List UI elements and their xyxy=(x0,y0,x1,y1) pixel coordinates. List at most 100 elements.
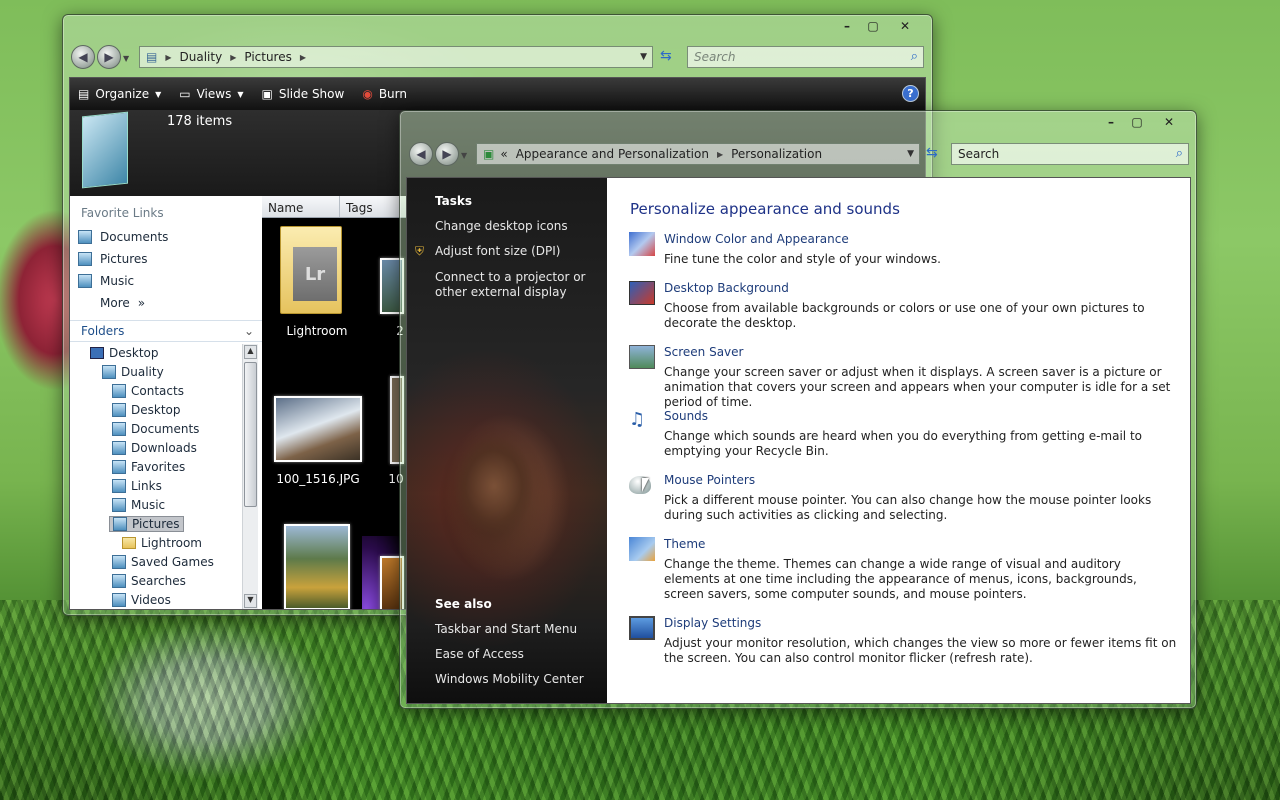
recent-pages-icon[interactable]: ▼ xyxy=(123,54,129,69)
favorite-link-music[interactable]: Music xyxy=(78,274,134,288)
favorite-links-header: Favorite Links xyxy=(81,206,164,220)
recent-pages-icon[interactable]: ▼ xyxy=(461,151,467,166)
minimize-button[interactable]: – xyxy=(1098,113,1124,131)
caption-buttons: – ▢ ✕ xyxy=(834,17,918,35)
option-title[interactable]: Screen Saver xyxy=(664,345,743,359)
refresh-icon[interactable]: ⇆ xyxy=(926,145,938,161)
links-icon xyxy=(112,479,126,493)
refresh-icon[interactable]: ⇆ xyxy=(660,48,672,64)
back-button[interactable]: ◀ xyxy=(409,142,433,166)
burn-button[interactable]: ◉ Burn xyxy=(362,87,407,101)
option-title[interactable]: Window Color and Appearance xyxy=(664,232,849,246)
task-adjust-font-size[interactable]: Adjust font size (DPI) xyxy=(435,244,560,259)
favorite-link-documents[interactable]: Documents xyxy=(78,230,168,244)
chevron-down-icon: ⌄ xyxy=(243,324,254,338)
slideshow-label: Slide Show xyxy=(278,87,345,101)
breadcrumb-item[interactable]: Appearance and Personalization xyxy=(516,147,709,161)
maximize-button[interactable]: ▢ xyxy=(1124,113,1150,131)
chevron-down-icon[interactable]: ▼ xyxy=(640,52,647,62)
chevron-down-icon[interactable]: ▼ xyxy=(907,149,914,159)
desktop-icon xyxy=(90,347,104,359)
back-button[interactable]: ◀ xyxy=(71,45,95,69)
help-icon[interactable]: ? xyxy=(902,85,919,102)
saved-games-icon xyxy=(112,555,126,569)
option-title[interactable]: Theme xyxy=(664,537,705,551)
search-placeholder: Search xyxy=(694,50,736,64)
breadcrumb-item[interactable]: Personalization xyxy=(731,147,822,161)
see-also-taskbar[interactable]: Taskbar and Start Menu xyxy=(435,622,577,637)
see-also-header: See also xyxy=(435,597,492,611)
tree-item-label: Contacts xyxy=(131,384,184,398)
tree-scrollbar[interactable]: ▲ ▼ xyxy=(242,344,258,609)
photo-thumbnail[interactable] xyxy=(284,524,350,609)
tree-item-label: Searches xyxy=(131,574,186,588)
views-label: Views xyxy=(196,87,232,101)
tree-item-label: Favorites xyxy=(131,460,186,474)
option-title[interactable]: Display Settings xyxy=(664,616,761,630)
task-connect-projector[interactable]: Connect to a projector or other external… xyxy=(435,270,605,300)
control-panel-icon: ▣ xyxy=(483,147,495,161)
tree-item-duality[interactable]: Duality xyxy=(102,365,164,379)
views-button[interactable]: ▭ Views ▼ xyxy=(179,87,243,101)
chevron-down-icon: ▼ xyxy=(155,89,162,99)
breadcrumb-overflow[interactable]: « xyxy=(500,147,507,161)
minimize-button[interactable]: – xyxy=(834,17,860,35)
tree-item-label: Duality xyxy=(121,365,164,379)
tree-item-favorites[interactable]: Favorites xyxy=(112,460,185,474)
column-header-name[interactable]: Name xyxy=(262,196,340,217)
sounds-icon: ♫ xyxy=(629,409,646,430)
tree-item-label: Desktop xyxy=(131,403,181,417)
search-icon[interactable]: ⌕ xyxy=(911,49,918,64)
tree-item-documents[interactable]: Documents xyxy=(112,422,199,436)
videos-icon xyxy=(112,593,126,607)
tree-item-pictures[interactable]: Pictures xyxy=(109,516,184,532)
scroll-down-icon[interactable]: ▼ xyxy=(244,594,257,608)
address-bar[interactable]: ▤ ▶ Duality ▶ Pictures ▶ ▼ xyxy=(139,46,653,68)
folders-label: Folders xyxy=(81,324,125,338)
caption-buttons: – ▢ ✕ xyxy=(1098,113,1182,131)
search-icon[interactable]: ⌕ xyxy=(1176,146,1183,161)
task-change-desktop-icons[interactable]: Change desktop icons xyxy=(435,219,568,234)
search-input[interactable]: Search ⌕ xyxy=(951,143,1189,165)
tree-item-links[interactable]: Links xyxy=(112,479,162,493)
scroll-up-icon[interactable]: ▲ xyxy=(244,345,257,359)
see-also-ease-of-access[interactable]: Ease of Access xyxy=(435,647,524,662)
tree-item-downloads[interactable]: Downloads xyxy=(112,441,197,455)
documents-icon xyxy=(78,230,92,244)
forward-button[interactable]: ▶ xyxy=(435,142,459,166)
option-title[interactable]: Sounds xyxy=(664,409,708,423)
address-bar[interactable]: ▣ « Appearance and Personalization ▶ Per… xyxy=(476,143,920,165)
tree-item-desktop[interactable]: Desktop xyxy=(90,346,159,360)
photo-thumbnail xyxy=(274,396,362,462)
tree-item-videos[interactable]: Videos xyxy=(112,593,171,607)
favorite-link-label: Pictures xyxy=(100,252,148,266)
option-title[interactable]: Desktop Background xyxy=(664,281,789,295)
maximize-button[interactable]: ▢ xyxy=(860,17,886,35)
music-icon xyxy=(112,498,126,512)
tree-item-desktop-sub[interactable]: Desktop xyxy=(112,403,181,417)
organize-label: Organize xyxy=(95,87,150,101)
option-title[interactable]: Mouse Pointers xyxy=(664,473,755,487)
searches-icon xyxy=(112,574,126,588)
mouse-cursor-icon xyxy=(642,478,649,492)
close-button[interactable]: ✕ xyxy=(892,17,918,35)
tree-item-music[interactable]: Music xyxy=(112,498,165,512)
search-input[interactable]: Search ⌕ xyxy=(687,46,924,68)
slideshow-button[interactable]: ▣ Slide Show xyxy=(262,87,345,101)
forward-button[interactable]: ▶ xyxy=(97,45,121,69)
scroll-thumb[interactable] xyxy=(244,362,257,507)
organize-button[interactable]: ▤ Organize ▼ xyxy=(78,87,161,101)
see-also-mobility-center[interactable]: Windows Mobility Center xyxy=(435,672,584,687)
command-bar: ▤ Organize ▼ ▭ Views ▼ ▣ Slide Show ◉ Burn ? xyxy=(70,78,925,110)
tree-item-lightroom[interactable]: Lightroom xyxy=(122,536,202,550)
breadcrumb-item[interactable]: Duality xyxy=(180,50,223,64)
favorite-link-pictures[interactable]: Pictures xyxy=(78,252,148,266)
folders-header[interactable]: Folders ⌄ xyxy=(70,320,262,342)
page-title: Personalize appearance and sounds xyxy=(630,200,900,218)
breadcrumb-item[interactable]: Pictures xyxy=(244,50,292,64)
tree-item-saved-games[interactable]: Saved Games xyxy=(112,555,214,569)
close-button[interactable]: ✕ xyxy=(1156,113,1182,131)
more-link[interactable]: More » xyxy=(100,296,145,310)
tree-item-contacts[interactable]: Contacts xyxy=(112,384,184,398)
tree-item-searches[interactable]: Searches xyxy=(112,574,186,588)
